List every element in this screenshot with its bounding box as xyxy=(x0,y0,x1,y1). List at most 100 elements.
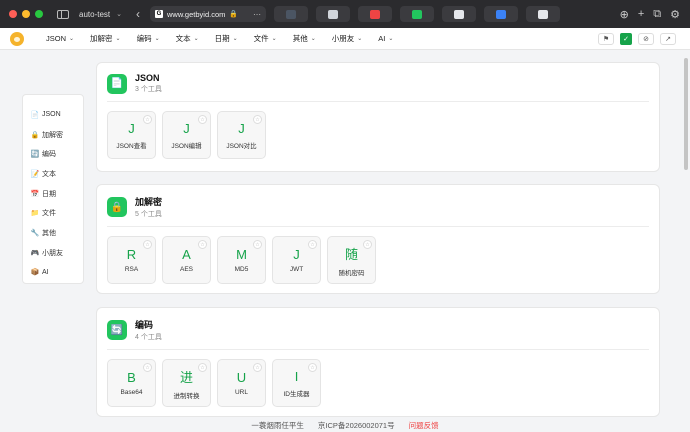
tool-name: 随机密码 xyxy=(338,269,365,277)
nav-menu-item[interactable]: AI ⌄ xyxy=(370,33,401,44)
back-arrow-icon[interactable]: ‹ xyxy=(136,7,140,21)
section-icon: 📄 xyxy=(107,73,127,94)
browser-tab[interactable] xyxy=(526,6,561,22)
tool-tile[interactable]: ☆ I ID生成器 xyxy=(272,359,321,407)
nav-menu-item[interactable]: JSON ⌄ xyxy=(38,33,82,44)
sidebar-item-label: 日期 xyxy=(42,190,56,198)
tool-glyph: J xyxy=(293,247,300,262)
settings-gear-icon[interactable]: ⚙ xyxy=(670,8,680,21)
browser-tab[interactable] xyxy=(274,6,309,22)
nav-menu-item[interactable]: 加解密 ⌄ xyxy=(82,33,129,44)
favorite-star-icon[interactable]: ☆ xyxy=(363,240,372,249)
favorite-star-icon[interactable]: ☆ xyxy=(198,363,207,372)
nav-menu-item[interactable]: 日期 ⌄ xyxy=(207,33,246,44)
tool-list: ☆ R RSA ☆ A AES ☆ M MD5 ☆ J JWT ☆ 随随机密码 xyxy=(97,227,659,284)
nav-menu-item[interactable]: 文件 ⌄ xyxy=(246,33,285,44)
close-window-button[interactable] xyxy=(9,10,17,18)
tool-glyph: J xyxy=(128,120,135,136)
section-title: 加解密 xyxy=(135,197,163,207)
tool-tile[interactable]: ☆ J JSON编辑 xyxy=(162,111,211,159)
favorite-star-icon[interactable]: ☆ xyxy=(198,240,207,249)
tab-overview-icon[interactable]: ⧉ xyxy=(653,8,661,21)
favorite-star-icon[interactable]: ☆ xyxy=(308,240,317,249)
sidebar-item[interactable]: 📅 日期 xyxy=(23,184,83,204)
address-bar[interactable]: G www.getbyid.com 🔒 ⋯ xyxy=(150,6,267,22)
category-icon: 🎮 xyxy=(30,249,40,257)
main-menu: JSON ⌄ 加解密 ⌄ 编码 ⌄ 文本 ⌄ 日期 ⌄ 文件 ⌄ 其他 ⌄ 小朋友 ⌄ AI ⌄ xyxy=(38,33,401,44)
chevron-down-icon: ⌄ xyxy=(154,36,160,42)
favorite-star-icon[interactable]: ☆ xyxy=(143,240,152,249)
browser-tab[interactable] xyxy=(358,6,393,22)
chevron-down-icon: ⌄ xyxy=(388,36,394,42)
nav-menu-label: JSON xyxy=(46,34,67,43)
sidebar-item-label: 其他 xyxy=(42,229,56,237)
section-title: 编码 xyxy=(135,320,154,330)
tool-tile[interactable]: ☆ A AES xyxy=(162,236,211,284)
feedback-link[interactable]: 问题反馈 xyxy=(409,420,439,432)
mark-icon[interactable]: ⚑ xyxy=(598,32,614,45)
tool-glyph: 进 xyxy=(179,369,193,385)
tool-name: 进制转换 xyxy=(173,392,200,400)
tool-tile[interactable]: ☆ M MD5 xyxy=(217,236,266,284)
tool-name: Base64 xyxy=(120,389,143,396)
sidebar-item[interactable]: 📁 文件 xyxy=(23,203,83,223)
nav-menu-item[interactable]: 其他 ⌄ xyxy=(285,33,324,44)
tool-name: RSA xyxy=(124,266,139,273)
tool-tile[interactable]: ☆ 进进制转换 xyxy=(162,359,211,407)
section-header: 📄 JSON 3 个工具 xyxy=(97,63,659,94)
tool-tile[interactable]: ☆ J JWT xyxy=(272,236,321,284)
nav-menu-item[interactable]: 小朋友 ⌄ xyxy=(324,33,371,44)
tool-tile[interactable]: ☆ 随随机密码 xyxy=(327,236,376,284)
sidebar-item[interactable]: 📝 文本 xyxy=(23,164,83,184)
page-scrollbar[interactable] xyxy=(684,58,688,170)
sidebar-item[interactable]: 🎮 小朋友 xyxy=(23,243,83,263)
site-logo[interactable] xyxy=(10,31,24,46)
tool-tile[interactable]: ☆ R RSA xyxy=(107,236,156,284)
new-tab-icon[interactable]: + xyxy=(638,8,644,21)
tool-tile[interactable]: ☆ B Base64 xyxy=(107,359,156,407)
tool-glyph: 随 xyxy=(344,246,358,262)
more-icon[interactable]: ⋯ xyxy=(253,10,261,19)
favorite-star-icon[interactable]: ☆ xyxy=(143,115,152,124)
share-icon[interactable]: ↗ xyxy=(660,32,676,45)
browser-tab[interactable] xyxy=(484,6,519,22)
browser-tab[interactable] xyxy=(316,6,351,22)
checkbox-icon[interactable]: ✓ xyxy=(620,32,632,45)
nav-menu-item[interactable]: 编码 ⌄ xyxy=(129,33,168,44)
section-titles: 编码 4 个工具 xyxy=(135,318,162,342)
favorite-star-icon[interactable]: ☆ xyxy=(308,363,317,372)
tool-tile[interactable]: ☆ J JSON对比 xyxy=(217,111,266,159)
nav-menu-item[interactable]: 文本 ⌄ xyxy=(168,33,207,44)
tab-favicon-icon xyxy=(412,9,423,19)
tool-tile[interactable]: ☆ U URL xyxy=(217,359,266,407)
link-icon[interactable]: ⊘ xyxy=(638,32,654,45)
favorite-star-icon[interactable]: ☆ xyxy=(253,240,262,249)
sidebar-item[interactable]: 🔧 其他 xyxy=(23,223,83,243)
favorite-star-icon[interactable]: ☆ xyxy=(143,363,152,372)
favorite-star-icon[interactable]: ☆ xyxy=(198,115,207,124)
tool-glyph: J xyxy=(183,120,190,136)
sidebar-item[interactable]: 📄 JSON xyxy=(23,105,83,125)
favorite-star-icon[interactable]: ☆ xyxy=(253,115,262,124)
section-tool-count: 5 个工具 xyxy=(135,211,162,218)
download-icon[interactable]: ⊕ xyxy=(620,8,629,21)
browser-tab[interactable] xyxy=(400,6,435,22)
sidebar-toggle-icon[interactable] xyxy=(57,9,69,19)
tool-glyph: U xyxy=(236,370,247,385)
browser-toolbar: auto-test ⌄ ‹ G www.getbyid.com 🔒 ⋯ ⊕ + … xyxy=(0,0,690,28)
chevron-down-icon: ⌄ xyxy=(69,36,75,42)
footer-icp[interactable]: 京ICP备2026002071号 xyxy=(318,420,395,432)
minimize-window-button[interactable] xyxy=(22,10,30,18)
tool-name: JSON对比 xyxy=(226,142,257,150)
favorite-star-icon[interactable]: ☆ xyxy=(253,363,262,372)
sidebar-item[interactable]: 🔒 加解密 xyxy=(23,125,83,145)
sidebar-item[interactable]: 🔄 编码 xyxy=(23,144,83,164)
tab-favicon-icon xyxy=(286,9,297,19)
tab-group-selector[interactable]: auto-test ⌄ xyxy=(79,10,122,19)
nav-menu-label: 加解密 xyxy=(90,34,113,43)
sidebar-item[interactable]: 📦 AI xyxy=(23,263,83,283)
fullscreen-window-button[interactable] xyxy=(35,10,43,18)
browser-tab[interactable] xyxy=(442,6,477,22)
tool-tile[interactable]: ☆ J JSON查看 xyxy=(107,111,156,159)
tool-name: MD5 xyxy=(234,266,249,273)
